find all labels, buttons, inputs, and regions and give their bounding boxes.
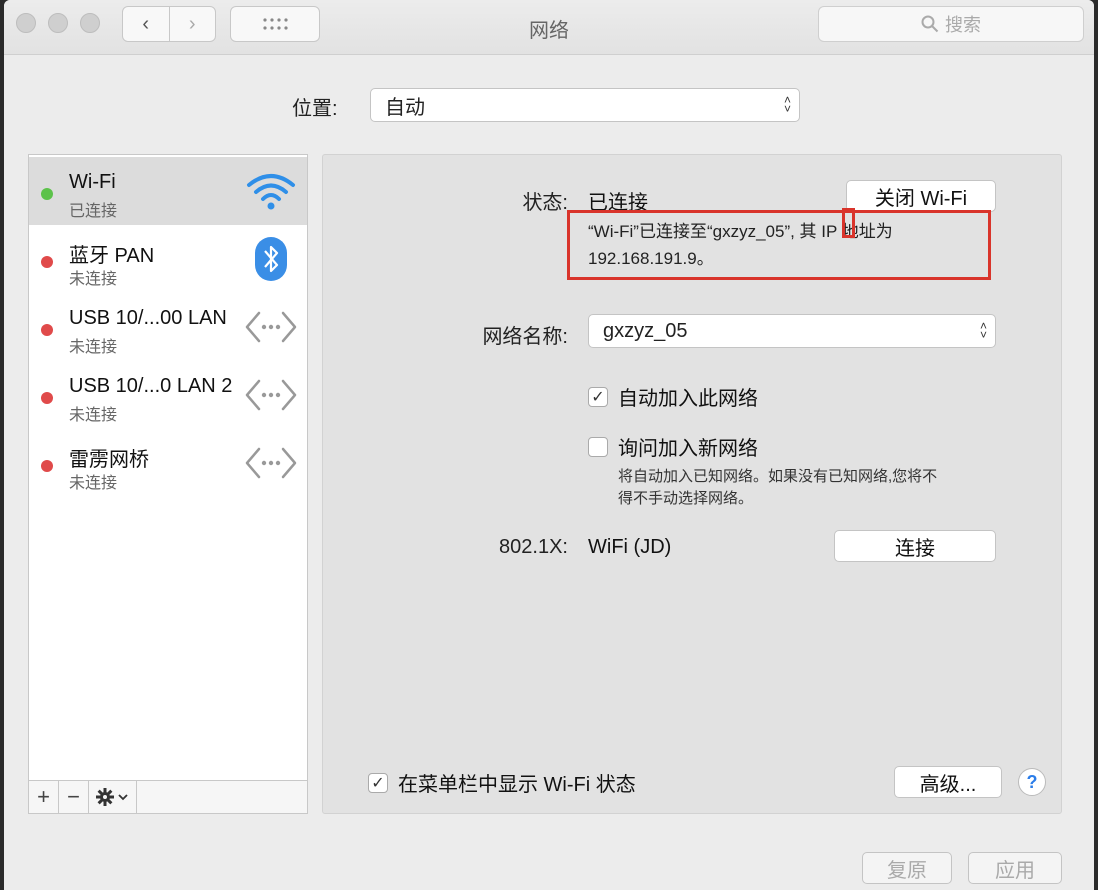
service-item-usb-lan-2[interactable]: USB 10/...0 LAN 2 未连接 [29, 361, 307, 429]
network-name-value: gxzyz_05 [603, 319, 688, 342]
connect-button[interactable]: 连接 [834, 530, 996, 562]
service-item-bluetooth-pan[interactable]: 蓝牙 PAN 未连接 [29, 225, 307, 293]
ask-join-checkbox[interactable] [588, 436, 608, 457]
dot1x-label: 802.1X: [499, 536, 568, 558]
location-select[interactable]: 自动 ˄ ˅ [370, 88, 800, 122]
service-list: Wi-Fi 已连接 蓝牙 PAN 未连接 USB 10/...00 LAN 未连… [28, 154, 308, 814]
network-preferences-window: ‹ › 网络 搜索 位置: 自动 ˄ ˅ Wi-Fi 已连接 蓝牙 PAN 未连… [4, 0, 1094, 890]
search-field[interactable]: 搜索 [818, 6, 1084, 42]
service-item-wifi[interactable]: Wi-Fi 已连接 [29, 157, 307, 225]
status-dot-disconnected [41, 256, 53, 268]
gear-icon [95, 788, 128, 806]
remove-service-button[interactable]: − [59, 781, 89, 813]
service-status: 未连接 [69, 271, 118, 288]
auto-join-checkbox[interactable]: ✓ [588, 386, 608, 407]
service-name: USB 10/...00 LAN [69, 307, 227, 329]
bluetooth-icon [255, 237, 287, 281]
show-status-checkbox[interactable]: ✓ [368, 772, 388, 793]
ask-join-help-line: 得不手动选择网络。 [618, 490, 754, 507]
service-name: 雷雳网桥 [69, 449, 149, 471]
ask-join-label: 询问加入新网络 [618, 438, 758, 460]
wifi-icon [247, 174, 295, 210]
apply-button[interactable]: 应用 [968, 852, 1062, 884]
advanced-button[interactable]: 高级... [894, 766, 1002, 798]
title-bar: ‹ › 网络 搜索 [4, 0, 1094, 55]
status-label: 状态: [522, 192, 568, 214]
auto-join-checkbox-row[interactable]: ✓ 自动加入此网络 [588, 382, 758, 411]
network-name-label: 网络名称: [482, 326, 568, 348]
help-button[interactable]: ? [1018, 768, 1046, 796]
status-dot-disconnected [41, 460, 53, 472]
service-status: 未连接 [69, 339, 118, 356]
highlight-box [567, 210, 991, 280]
service-actions-button[interactable] [89, 781, 137, 813]
status-dot-connected [41, 188, 53, 200]
auto-join-label: 自动加入此网络 [618, 388, 758, 410]
ask-join-help: 将自动加入已知网络。如果没有已知网络,您将不 得不手动选择网络。 [618, 466, 937, 510]
location-value: 自动 [385, 96, 425, 119]
status-dot-disconnected [41, 392, 53, 404]
search-placeholder: 搜索 [945, 15, 981, 35]
ethernet-icon [245, 311, 297, 343]
turn-off-wifi-button[interactable]: 关闭 Wi-Fi [846, 180, 996, 212]
network-name-select[interactable]: gxzyz_05 ˄ ˅ [588, 314, 996, 348]
highlight-marker [842, 208, 855, 238]
service-status: 未连接 [69, 407, 118, 424]
service-name: 蓝牙 PAN [69, 245, 155, 267]
status-dot-disconnected [41, 324, 53, 336]
updown-chevron-icon: ˄ ˅ [783, 93, 791, 116]
service-item-thunderbolt-bridge[interactable]: 雷雳网桥 未连接 [29, 429, 307, 497]
dot1x-value: WiFi (JD) [588, 536, 672, 558]
service-list-toolbar: + − [29, 780, 307, 813]
service-status: 未连接 [69, 475, 118, 492]
service-name: USB 10/...0 LAN 2 [69, 375, 233, 397]
ask-join-checkbox-row[interactable]: 询问加入新网络 [588, 432, 758, 461]
service-name: Wi-Fi [69, 171, 116, 193]
search-icon [921, 15, 939, 33]
ethernet-icon [245, 447, 297, 479]
location-label: 位置: [292, 98, 338, 120]
service-status: 已连接 [69, 203, 118, 220]
ethernet-icon [245, 379, 297, 411]
service-item-usb-lan[interactable]: USB 10/...00 LAN 未连接 [29, 293, 307, 361]
show-status-checkbox-row[interactable]: ✓ 在菜单栏中显示 Wi-Fi 状态 [368, 768, 636, 797]
show-status-label: 在菜单栏中显示 Wi-Fi 状态 [398, 774, 636, 796]
updown-chevron-icon: ˄ ˅ [979, 319, 987, 342]
ask-join-help-line: 将自动加入已知网络。如果没有已知网络,您将不 [618, 468, 938, 485]
revert-button[interactable]: 复原 [862, 852, 952, 884]
add-service-button[interactable]: + [29, 781, 59, 813]
